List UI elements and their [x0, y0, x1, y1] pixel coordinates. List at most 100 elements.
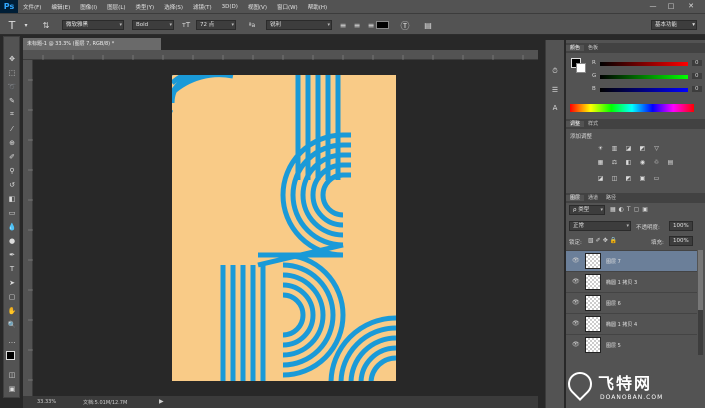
menu-layer[interactable]: 图层(L)	[102, 3, 130, 11]
stamp-tool-icon[interactable]: ⚲	[6, 165, 18, 176]
blue-channel-row[interactable]: B 0	[592, 86, 702, 94]
layer-kind-filter[interactable]: ρ 类型 ▾	[569, 205, 605, 215]
quick-select-tool-icon[interactable]: ✎	[6, 95, 18, 106]
layer-row[interactable]: 👁 椭圆 1 拷贝 3	[566, 271, 697, 292]
tab-channels[interactable]: 通道	[584, 195, 602, 201]
tab-adjustments[interactable]: 调整	[566, 121, 585, 127]
zoom-tool-icon[interactable]: 🔍	[6, 319, 18, 330]
eyedropper-tool-icon[interactable]: ⁄	[6, 123, 18, 134]
menu-help[interactable]: 帮助(H)	[303, 3, 332, 11]
fill-input[interactable]: 100%	[669, 236, 693, 246]
align-center-icon[interactable]: ≡	[351, 19, 363, 31]
lock-icons[interactable]: ▧✐✥🔒	[588, 237, 619, 244]
character-panel-icon[interactable]: A	[549, 102, 561, 113]
orientation-toggle-icon[interactable]: ⇅	[40, 19, 52, 31]
screen-mode-icon[interactable]: ▣	[6, 383, 18, 394]
layer-row[interactable]: 👁 椭圆 1 拷贝 4	[566, 313, 697, 334]
eraser-tool-icon[interactable]: ◧	[6, 193, 18, 204]
character-panel-icon[interactable]: ▤	[422, 19, 434, 31]
shape-tool-icon[interactable]: ▢	[6, 291, 18, 302]
menu-view[interactable]: 视图(V)	[243, 3, 272, 11]
dodge-tool-icon[interactable]: ●	[6, 235, 18, 246]
menu-filter[interactable]: 滤镜(T)	[188, 3, 217, 11]
menu-window[interactable]: 窗口(W)	[272, 3, 303, 11]
green-value[interactable]: 0	[692, 73, 702, 79]
document-canvas[interactable]	[33, 60, 538, 396]
layer-row[interactable]: 👁 图层 6	[566, 292, 697, 313]
brightness-icon[interactable]: ☀	[596, 144, 605, 152]
curves-icon[interactable]: ◪	[624, 144, 633, 152]
status-arrow-icon[interactable]: ▶	[159, 398, 164, 405]
type-tool-icon[interactable]: T	[6, 263, 18, 274]
document-tab[interactable]: 未标题-1 @ 33.3% (图层 7, RGB/8) *	[23, 38, 161, 50]
healing-tool-icon[interactable]: ⊕	[6, 137, 18, 148]
menu-select[interactable]: 选择(S)	[159, 3, 188, 11]
visibility-eye-icon[interactable]: 👁	[572, 257, 580, 264]
zoom-level[interactable]: 33.33%	[37, 399, 56, 405]
properties-panel-icon[interactable]: ☰	[549, 84, 561, 95]
layers-scrollbar[interactable]	[698, 250, 703, 355]
menu-image[interactable]: 图像(I)	[75, 3, 102, 11]
more-tools-icon[interactable]: …	[6, 335, 18, 346]
levels-icon[interactable]: ▥	[610, 144, 619, 152]
tab-styles[interactable]: 样式	[584, 121, 602, 127]
channel-mixer-icon[interactable]: ♲	[652, 158, 661, 166]
visibility-eye-icon[interactable]: 👁	[572, 341, 580, 348]
threshold-icon[interactable]: ◩	[624, 174, 633, 182]
gradient-tool-icon[interactable]: ▭	[6, 207, 18, 218]
color-balance-icon[interactable]: ⚖	[610, 158, 619, 166]
green-channel-row[interactable]: G 0	[592, 73, 702, 81]
text-tool-icon[interactable]: T	[6, 19, 18, 32]
visibility-eye-icon[interactable]: 👁	[572, 278, 580, 285]
minimize-button[interactable]: —	[646, 1, 660, 11]
red-slider[interactable]	[600, 62, 688, 66]
invert-icon[interactable]: ◪	[596, 174, 605, 182]
color-spectrum[interactable]	[570, 104, 694, 112]
close-button[interactable]: ✕	[684, 1, 698, 11]
menu-file[interactable]: 文件(F)	[18, 3, 46, 11]
tab-swatches[interactable]: 色板	[584, 45, 602, 51]
history-panel-icon[interactable]: ⏱	[549, 66, 561, 77]
blue-value[interactable]: 0	[692, 86, 702, 92]
warp-text-icon[interactable]: Ⓣ	[399, 19, 411, 32]
quick-mask-icon[interactable]: ◫	[6, 369, 18, 380]
menu-3d[interactable]: 3D(D)	[217, 4, 243, 10]
font-style-select[interactable]: Bold ▾	[132, 20, 174, 30]
tab-layers[interactable]: 图层	[566, 195, 585, 201]
path-select-tool-icon[interactable]: ➤	[6, 277, 18, 288]
green-slider[interactable]	[600, 75, 688, 79]
opacity-input[interactable]: 100%	[669, 221, 693, 231]
marquee-tool-icon[interactable]: ⬚	[6, 67, 18, 78]
visibility-eye-icon[interactable]: 👁	[572, 320, 580, 327]
red-channel-row[interactable]: R 0	[592, 60, 702, 68]
lasso-tool-icon[interactable]: ➰	[6, 81, 18, 92]
exposure-icon[interactable]: ◩	[638, 144, 647, 152]
tab-color[interactable]: 颜色	[566, 45, 585, 51]
panel-bg-swatch[interactable]	[576, 63, 586, 73]
layer-filter-icons[interactable]: ▦◐T▢▣	[610, 206, 651, 213]
gradient-map-icon[interactable]: ▭	[652, 174, 661, 182]
text-color-swatch[interactable]	[376, 21, 389, 29]
red-value[interactable]: 0	[692, 60, 702, 66]
crop-tool-icon[interactable]: ⌗	[6, 109, 18, 120]
selective-color-icon[interactable]: ▣	[638, 174, 647, 182]
visibility-eye-icon[interactable]: 👁	[572, 299, 580, 306]
hue-saturation-icon[interactable]: ▦	[596, 158, 605, 166]
blur-tool-icon[interactable]: 💧	[6, 221, 18, 232]
restore-button[interactable]: □	[664, 1, 678, 11]
pen-tool-icon[interactable]: ✒	[6, 249, 18, 260]
layer-row[interactable]: 👁 图层 7	[566, 250, 697, 271]
hand-tool-icon[interactable]: ✋	[6, 305, 18, 316]
canvas-area[interactable]	[33, 60, 538, 396]
black-white-icon[interactable]: ◧	[624, 158, 633, 166]
brush-tool-icon[interactable]: ✐	[6, 151, 18, 162]
menu-type[interactable]: 类型(Y)	[131, 3, 160, 11]
antialias-select[interactable]: 锐利 ▾	[266, 20, 332, 30]
font-family-select[interactable]: 微软雅黑 ▾	[62, 20, 124, 30]
color-lookup-icon[interactable]: ▤	[666, 158, 675, 166]
history-brush-tool-icon[interactable]: ↺	[6, 179, 18, 190]
menu-edit[interactable]: 编辑(E)	[46, 3, 75, 11]
blue-slider[interactable]	[600, 88, 688, 92]
move-tool-icon[interactable]: ✥	[6, 53, 18, 64]
preset-dropdown-icon[interactable]: ▾	[20, 19, 32, 31]
